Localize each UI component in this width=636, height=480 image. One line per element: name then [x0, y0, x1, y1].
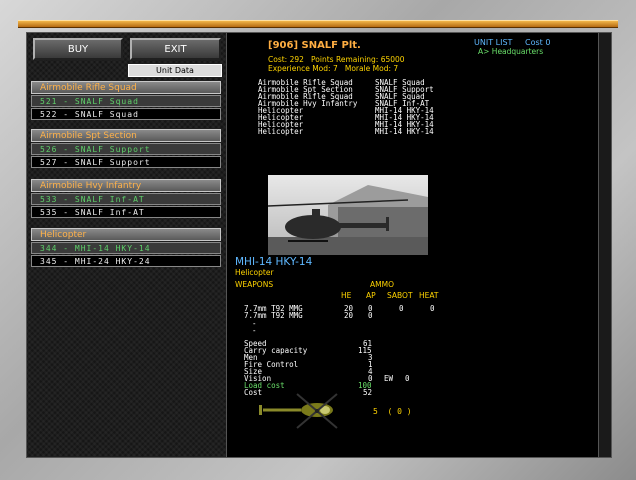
platoon-title: [906] SNALF Plt.: [268, 40, 361, 51]
list-item[interactable]: 527 - SNALF Support: [31, 156, 221, 168]
unit-list-label: UNIT LIST: [474, 38, 513, 47]
ew-label: EW: [384, 374, 394, 383]
list-item[interactable]: 522 - SNALF Squad: [31, 108, 221, 120]
hq-entry[interactable]: A> Headquarters: [478, 47, 543, 56]
helicopter-icon: [255, 392, 345, 432]
group-header-helicopter[interactable]: Helicopter: [31, 228, 221, 241]
group-header-airmobile-hvy-infantry[interactable]: Airmobile Hvy Infantry: [31, 179, 221, 192]
unit-count: 5 ( 0 ): [373, 407, 412, 416]
group-header-airmobile-spt-section[interactable]: Airmobile Spt Section: [31, 129, 221, 142]
cost-value: 52: [363, 388, 373, 397]
weapon-name: -: [252, 326, 257, 335]
group-header-airmobile-rifle-squad[interactable]: Airmobile Rifle Squad: [31, 81, 221, 94]
composition-unit: MHI-14 HKY-14: [375, 127, 434, 136]
unit-list-cost: Cost 0: [525, 38, 551, 47]
weapon-sabot: 0: [399, 304, 404, 313]
unit-class: Helicopter: [235, 268, 274, 277]
weapon-heat: 0: [430, 304, 435, 313]
helicopter-photo: [268, 175, 428, 255]
right-edge-strip: [598, 32, 612, 458]
list-item[interactable]: 521 - SNALF Squad: [31, 95, 221, 107]
list-item[interactable]: 345 - MHI-24 HKY-24: [31, 255, 221, 267]
list-item[interactable]: 344 - MHI-14 HKY-14: [31, 242, 221, 254]
title-bar: [18, 20, 618, 28]
weapon-he: 20: [344, 311, 354, 320]
weapon-name: 7.7mm T92 MMG: [244, 311, 303, 320]
buy-button[interactable]: BUY: [33, 38, 123, 60]
list-item[interactable]: 533 - SNALF Inf-AT: [31, 193, 221, 205]
weapon-ap: 0: [368, 311, 373, 320]
cost-line: Cost: 292 Points Remaining: 65000: [268, 55, 405, 64]
list-item[interactable]: 535 - SNALF Inf-AT: [31, 206, 221, 218]
unit-name: MHI-14 HKY-14: [235, 256, 313, 268]
col-ap: AP: [366, 291, 376, 300]
weapons-label: WEAPONS: [235, 280, 274, 289]
exit-button[interactable]: EXIT: [130, 38, 221, 60]
col-sabot: SABOT: [387, 291, 413, 300]
ammo-label: AMMO: [370, 280, 394, 289]
list-item[interactable]: 526 - SNALF Support: [31, 143, 221, 155]
col-he: HE: [341, 291, 352, 300]
col-heat: HEAT: [419, 291, 439, 300]
composition-type: Helicopter: [258, 127, 304, 136]
modifier-line: Experience Mod: 7 Morale Mod: 7: [268, 64, 399, 73]
ew-value: 0: [405, 374, 410, 383]
unit-data-button[interactable]: Unit Data: [128, 64, 222, 77]
